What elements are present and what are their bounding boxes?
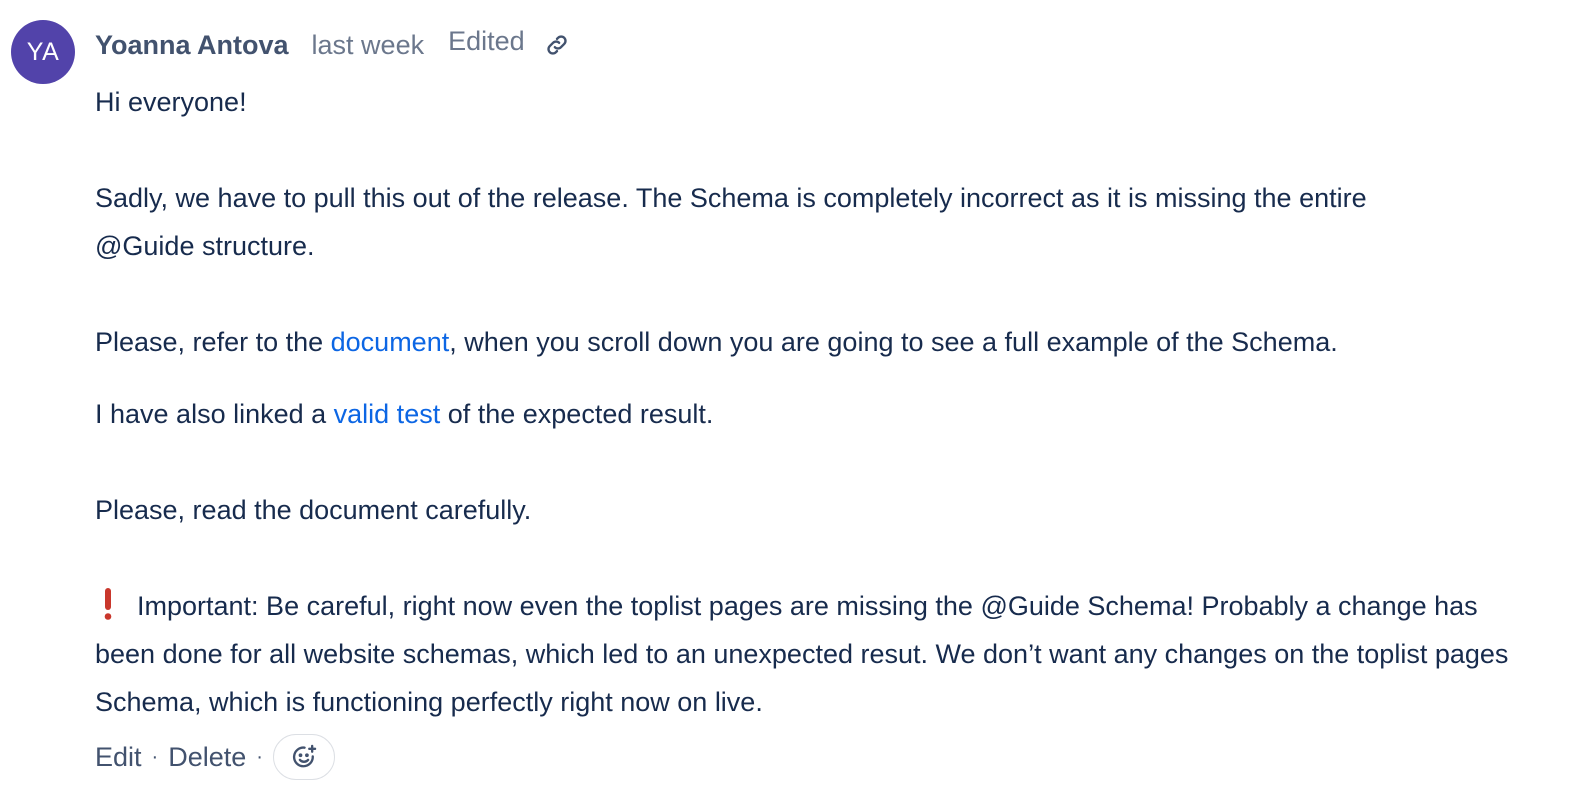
delete-button[interactable]: Delete	[168, 742, 246, 773]
valid-test-link[interactable]: valid test	[334, 399, 441, 429]
document-link[interactable]: document	[331, 327, 450, 357]
text: , when you scroll down you are going to …	[449, 327, 1338, 357]
edit-button[interactable]: Edit	[95, 742, 142, 773]
add-reaction-icon	[292, 744, 317, 768]
link-icon[interactable]	[543, 31, 571, 59]
author-name[interactable]: Yoanna Antova	[95, 30, 289, 61]
paragraph-read-carefully: Please, read the document carefully.	[95, 495, 532, 525]
comment: YA Yoanna Antova last week Edited Hi eve…	[0, 0, 1578, 788]
paragraph-release: Sadly, we have to pull this out of the r…	[95, 183, 1367, 261]
greeting-paragraph: Hi everyone!	[95, 87, 247, 117]
add-reaction-button[interactable]	[272, 734, 335, 780]
timestamp[interactable]: last week	[312, 30, 425, 61]
paragraph-important: Important: Be careful, right now even th…	[95, 582, 1515, 726]
avatar-initials: YA	[26, 37, 60, 66]
text: Please, refer to the	[95, 327, 331, 357]
separator: ·	[151, 745, 159, 768]
comment-actions: Edit · Delete ·	[95, 734, 335, 780]
text: of the expected result.	[440, 399, 714, 429]
paragraph-valid-test: I have also linked a valid test of the e…	[95, 390, 1555, 438]
separator: ·	[256, 745, 263, 768]
exclamation-icon	[101, 582, 137, 630]
important-text: Important: Be careful, right now even th…	[95, 591, 1509, 717]
text: I have also linked a	[95, 399, 334, 429]
avatar[interactable]: YA	[11, 20, 75, 84]
comment-body: Hi everyone! Sadly, we have to pull this…	[95, 78, 1555, 726]
edited-label: Edited	[448, 25, 525, 56]
paragraph-document: Please, refer to the document, when you …	[95, 318, 1555, 366]
comment-header: Yoanna Antova last week Edited	[95, 22, 571, 68]
